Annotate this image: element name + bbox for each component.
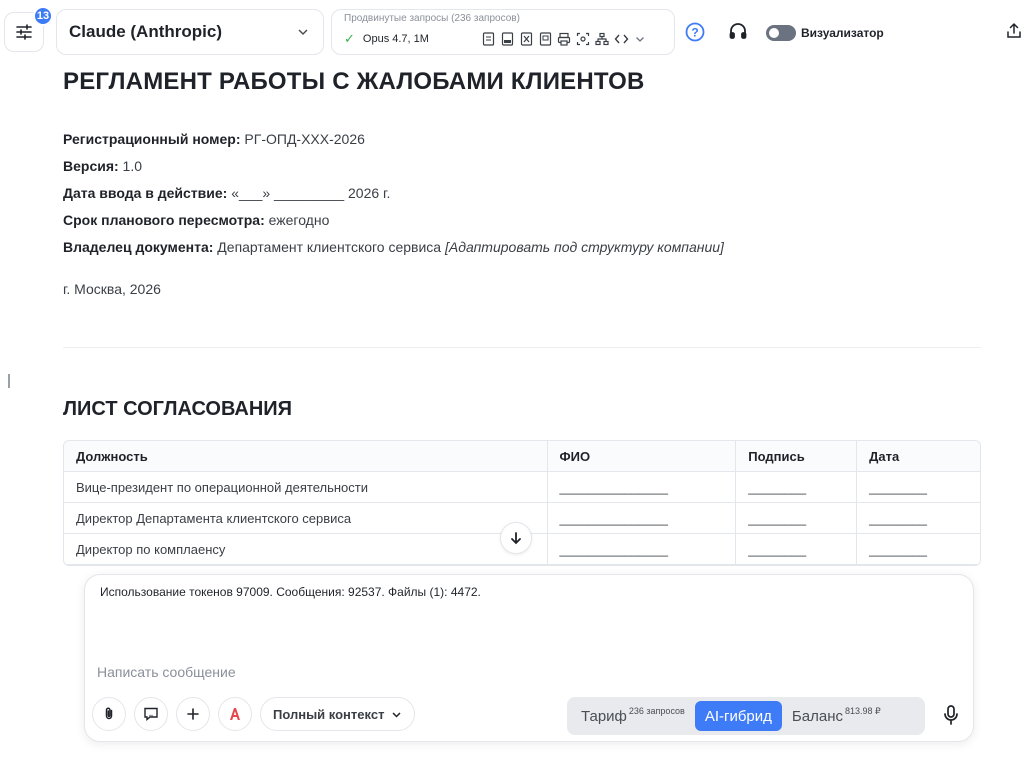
pdf-icon[interactable] xyxy=(500,32,515,47)
add-button[interactable] xyxy=(176,697,210,731)
meta-owner: Владелец документа: Департамент клиентск… xyxy=(63,239,724,255)
chevron-down-icon[interactable] xyxy=(633,32,648,47)
document-city: г. Москва, 2026 xyxy=(63,281,161,297)
presentation-icon[interactable] xyxy=(538,32,553,47)
table-cell: ________ xyxy=(857,503,980,534)
document-view: РЕГЛАМЕНТ РАБОТЫ С ЖАЛОБАМИ КЛИЕНТОВ Рег… xyxy=(63,62,981,566)
help-icon[interactable]: ? xyxy=(685,22,705,42)
column-header: Подпись xyxy=(736,441,858,472)
column-header: Должность xyxy=(64,441,548,472)
column-header: ФИО xyxy=(547,441,737,472)
balance-mode[interactable]: Баланс 813.98 ₽ xyxy=(782,701,891,731)
top-bar: 13 Claude (Anthropic) Продвинутые запрос… xyxy=(0,0,1024,62)
advanced-requests-panel[interactable]: Продвинутые запросы (236 запросов) ✓ Opu… xyxy=(331,9,675,55)
table-cell: ________ xyxy=(736,534,858,565)
visualizer-label: Визуализатор xyxy=(801,26,884,40)
visualizer-toggle[interactable] xyxy=(766,25,796,41)
table-cell: ________ xyxy=(857,472,980,503)
notification-badge: 13 xyxy=(33,6,53,26)
advanced-requests-title: Продвинутые запросы (236 запросов) xyxy=(344,13,520,24)
anthropic-button[interactable] xyxy=(218,697,252,731)
section-title: ЛИСТ СОГЛАСОВАНИЯ xyxy=(63,398,293,420)
chevron-down-icon xyxy=(295,24,311,40)
divider xyxy=(63,347,981,348)
mode-switcher: Тариф 236 запросов AI-гибрид Баланс 813.98… xyxy=(567,697,925,735)
anthropic-logo-icon xyxy=(230,708,240,720)
ai-hybrid-mode[interactable]: AI-гибрид xyxy=(694,701,782,731)
prompts-button[interactable]: „„ xyxy=(134,697,168,731)
meta-version: Версия: 1.0 xyxy=(63,158,143,174)
table-cell: ________ xyxy=(857,534,980,565)
document-icon[interactable] xyxy=(481,32,496,47)
share-icon[interactable] xyxy=(1005,22,1023,40)
model-name: Claude (Anthropic) xyxy=(69,22,222,41)
table-cell: _______________ xyxy=(547,472,737,503)
chat-quote-icon: „„ xyxy=(144,707,158,721)
context-select[interactable]: Полный контекст xyxy=(260,697,415,731)
meta-registration: Регистрационный номер: РГ-ОПД-XXX-2026 xyxy=(63,131,365,147)
svg-text:„„: „„ xyxy=(149,712,153,718)
meta-effective-date: Дата ввода в действие: «___» _________ 2… xyxy=(63,185,391,201)
token-usage: Использование токенов 97009. Сообщения: … xyxy=(100,585,481,599)
microphone-icon[interactable] xyxy=(941,704,961,726)
document-title: РЕГЛАМЕНТ РАБОТЫ С ЖАЛОБАМИ КЛИЕНТОВ xyxy=(63,68,645,95)
table-cell: ________ xyxy=(736,503,858,534)
svg-text:?: ? xyxy=(691,26,698,40)
code-icon[interactable] xyxy=(614,32,629,47)
excel-icon[interactable] xyxy=(519,32,534,47)
scroll-down-button[interactable] xyxy=(500,522,532,554)
arrow-down-icon xyxy=(511,532,521,545)
message-composer: Использование токенов 97009. Сообщения: … xyxy=(84,574,974,742)
table-cell: Директор по комплаенсу xyxy=(64,534,548,565)
table-header-row: Должность ФИО Подпись Дата xyxy=(64,441,980,472)
document-meta: Регистрационный номер: РГ-ОПД-XXX-2026 В… xyxy=(63,126,981,261)
table-cell: Вице-президент по операционной деятельно… xyxy=(64,472,548,503)
chevron-down-icon xyxy=(392,711,401,718)
check-icon: ✓ xyxy=(344,31,355,46)
column-header: Дата xyxy=(857,441,980,472)
model-select[interactable]: Claude (Anthropic) xyxy=(56,9,324,55)
model-version: Opus 4.7, 1M xyxy=(362,33,429,45)
table-cell: _______________ xyxy=(547,503,737,534)
plus-icon xyxy=(187,708,199,720)
table-row: Вице-президент по операционной деятельно… xyxy=(64,472,980,503)
context-select-label: Полный контекст xyxy=(273,706,385,722)
table-cell: _______________ xyxy=(547,534,737,565)
sliders-icon xyxy=(16,24,32,40)
headset-icon[interactable] xyxy=(728,22,748,42)
structure-icon[interactable] xyxy=(595,32,610,47)
tariff-mode[interactable]: Тариф 236 запросов xyxy=(571,701,695,731)
toggle-knob xyxy=(769,28,779,38)
table-cell: ________ xyxy=(736,472,858,503)
message-input[interactable] xyxy=(97,661,797,683)
screenshot-icon[interactable] xyxy=(576,32,591,47)
table-cell: Директор Департамента клиентского сервис… xyxy=(64,503,548,534)
paperclip-icon xyxy=(105,707,113,720)
resize-handle[interactable] xyxy=(8,374,10,388)
print-icon[interactable] xyxy=(557,32,572,47)
meta-review: Срок планового пересмотра: ежегодно xyxy=(63,212,330,228)
attach-button[interactable] xyxy=(92,697,126,731)
